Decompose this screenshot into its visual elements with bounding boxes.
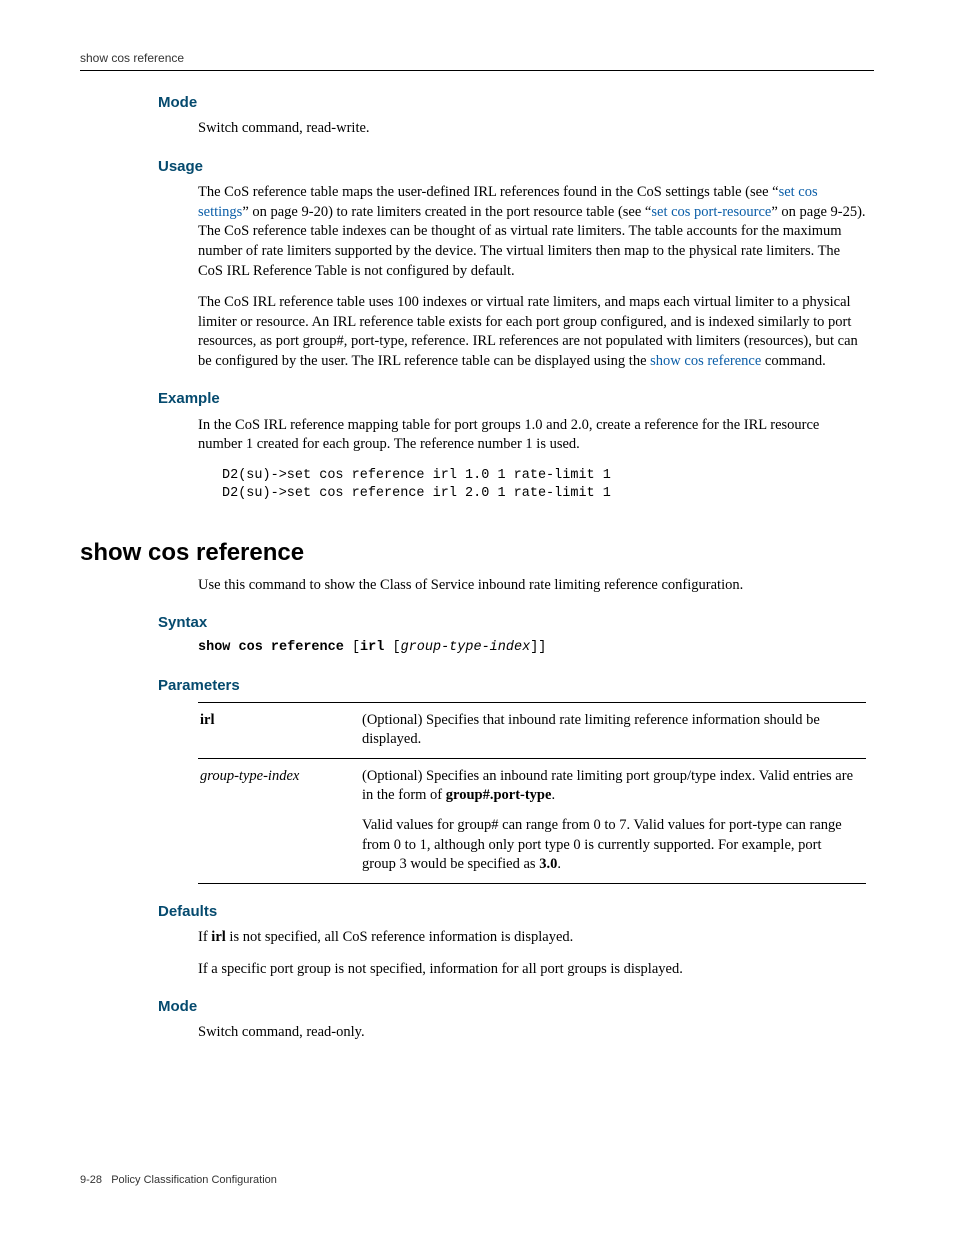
heading-mode-2: Mode — [158, 997, 874, 1017]
heading-defaults: Defaults — [158, 902, 874, 922]
page-footer: 9-28 Policy Classification Configuration — [80, 1173, 874, 1188]
text-span: . — [557, 856, 561, 872]
text-span: is not specified, all CoS reference info… — [226, 929, 574, 945]
mode-text-1: Switch command, read-write. — [198, 119, 866, 139]
running-head: show cos reference — [80, 50, 874, 71]
command-intro: Use this command to show the Class of Se… — [198, 576, 866, 596]
command-title: show cos reference — [80, 537, 874, 569]
mode-text-2: Switch command, read-only. — [198, 1023, 866, 1043]
text-bold: group#.port-type — [446, 787, 552, 803]
defaults-p1: If irl is not specified, all CoS referen… — [198, 928, 866, 948]
text-span: If — [198, 929, 211, 945]
text-span: Valid values for group# can range from 0… — [362, 817, 842, 872]
defaults-p2: If a specific port group is not specifie… — [198, 960, 866, 980]
param-name: group-type-index — [200, 768, 299, 784]
link-set-cos-port-resource[interactable]: set cos port-resource — [651, 204, 771, 220]
page-number: 9-28 — [80, 1174, 102, 1186]
heading-mode-1: Mode — [158, 93, 874, 113]
syntax-cmd: show cos reference — [198, 640, 352, 655]
syntax-keyword-irl: irl — [360, 640, 392, 655]
table-row: irl (Optional) Specifies that inbound ra… — [198, 702, 866, 758]
param-desc-cell: (Optional) Specifies an inbound rate lim… — [360, 758, 866, 883]
heading-syntax: Syntax — [158, 613, 874, 633]
param-name: irl — [200, 712, 215, 728]
example-code-block: D2(su)->set cos reference irl 1.0 1 rate… — [222, 467, 866, 503]
param-name-cell: irl — [198, 702, 360, 758]
text-span: ” on page 9-20) to rate limiters created… — [242, 204, 651, 220]
text-span: The CoS reference table maps the user-de… — [198, 184, 779, 200]
text-bold: irl — [211, 929, 226, 945]
chapter-name: Policy Classification Configuration — [111, 1174, 277, 1186]
text-span: command. — [761, 353, 825, 369]
heading-parameters: Parameters — [158, 676, 874, 696]
syntax-line: show cos reference [irl [group-type-inde… — [198, 639, 866, 657]
usage-paragraph-2: The CoS IRL reference table uses 100 ind… — [198, 293, 866, 371]
example-intro: In the CoS IRL reference mapping table f… — [198, 416, 866, 455]
parameters-table: irl (Optional) Specifies that inbound ra… — [198, 702, 866, 884]
text-span: (Optional) Specifies an inbound rate lim… — [362, 768, 853, 804]
param-desc-cell: (Optional) Specifies that inbound rate l… — [360, 702, 866, 758]
text-span: . — [551, 787, 555, 803]
table-row: group-type-index (Optional) Specifies an… — [198, 758, 866, 883]
param-name-cell: group-type-index — [198, 758, 360, 883]
syntax-arg: group-type-index — [401, 640, 531, 655]
text-bold: 3.0 — [539, 856, 557, 872]
link-show-cos-reference[interactable]: show cos reference — [650, 353, 761, 369]
heading-example: Example — [158, 389, 874, 409]
heading-usage: Usage — [158, 157, 874, 177]
usage-paragraph-1: The CoS reference table maps the user-de… — [198, 183, 866, 281]
